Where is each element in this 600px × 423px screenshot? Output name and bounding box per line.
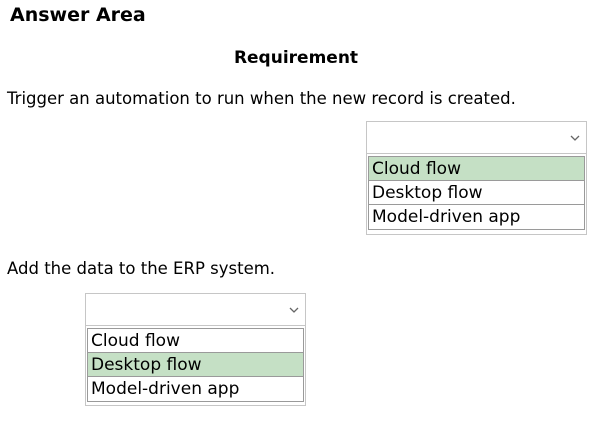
requirement-1-answer-box: Cloud flow Desktop flow Model-driven app: [366, 121, 587, 235]
requirement-1-option-model-driven-app[interactable]: Model-driven app: [369, 205, 584, 229]
requirement-2-options: Cloud flow Desktop flow Model-driven app: [87, 328, 304, 402]
requirement-2-option-desktop-flow[interactable]: Desktop flow: [88, 353, 303, 377]
requirement-2-answer-box: Cloud flow Desktop flow Model-driven app: [85, 293, 306, 406]
requirement-1-option-cloud-flow[interactable]: Cloud flow: [369, 157, 584, 181]
requirement-column-header: Requirement: [233, 48, 359, 68]
requirement-1-dropdown[interactable]: [367, 122, 586, 154]
requirement-2-text: Add the data to the ERP system.: [7, 259, 276, 278]
requirement-1-option-desktop-flow[interactable]: Desktop flow: [369, 181, 584, 205]
requirement-1-options: Cloud flow Desktop flow Model-driven app: [368, 156, 585, 230]
requirement-2-option-model-driven-app[interactable]: Model-driven app: [88, 377, 303, 401]
requirement-2-dropdown[interactable]: [86, 294, 305, 326]
requirement-1-text: Trigger an automation to run when the ne…: [7, 89, 516, 108]
chevron-down-icon: [570, 135, 580, 141]
answer-area-title: Answer Area: [10, 4, 146, 26]
answer-area: Answer Area Requirement Trigger an autom…: [0, 0, 600, 423]
chevron-down-icon: [289, 307, 299, 313]
requirement-2-option-cloud-flow[interactable]: Cloud flow: [88, 329, 303, 353]
